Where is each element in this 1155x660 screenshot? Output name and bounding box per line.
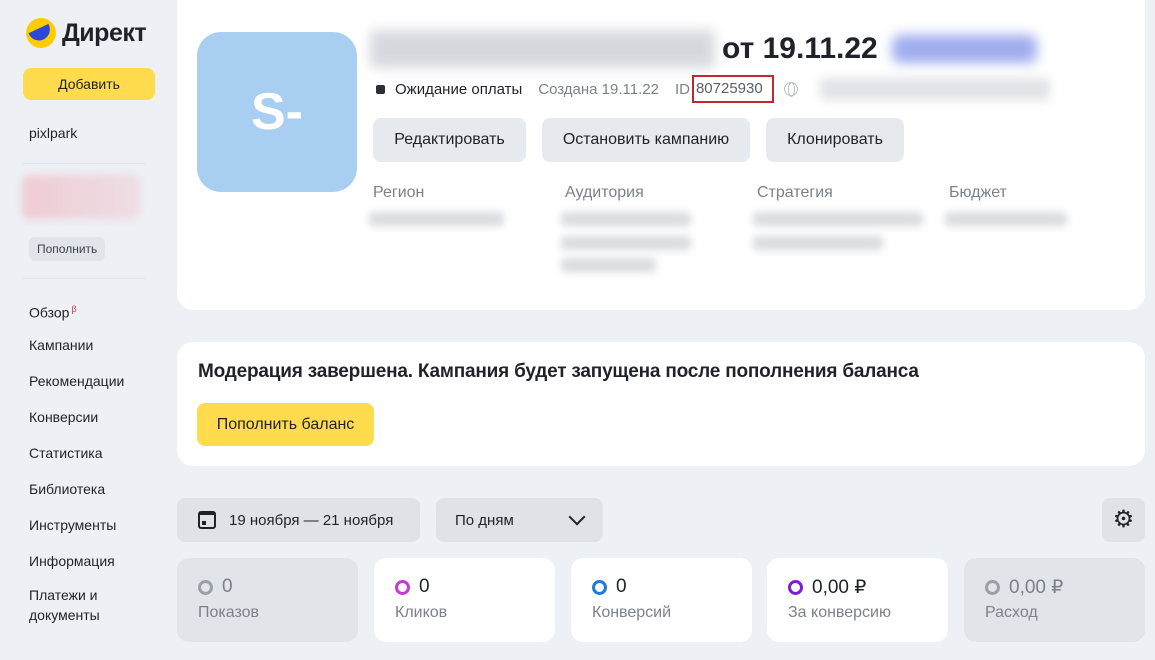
stop-campaign-button[interactable]: Остановить кампанию — [542, 118, 750, 162]
edit-button[interactable]: Редактировать — [373, 118, 526, 162]
add-button[interactable]: Добавить — [23, 68, 155, 100]
sidebar-nav: Обзор β Кампании Рекомендации Конверсии С… — [29, 297, 124, 623]
nav-item-statistics[interactable]: Статистика — [29, 441, 124, 477]
metric-value: 0,00 ₽ — [812, 576, 867, 598]
metric-ring-icon — [592, 579, 607, 595]
campaign-site-blurred — [820, 78, 1050, 100]
globe-icon — [783, 82, 798, 97]
divider — [23, 278, 145, 279]
period-label: По дням — [455, 511, 514, 529]
campaign-card: S- от 19.11.22 Ожидание оплаты Создана 1… — [177, 0, 1145, 310]
metric-label: Показов — [198, 604, 260, 621]
moderation-card: Модерация завершена. Кампания будет запу… — [177, 342, 1145, 466]
region-value-blurred — [369, 212, 504, 226]
campaign-meta: Ожидание оплаты Создана 19.11.22 ID 8072… — [376, 75, 798, 103]
calendar-icon — [198, 511, 216, 529]
column-region: Регион — [373, 184, 425, 201]
metric-conversions[interactable]: 0 Конверсий — [571, 558, 752, 642]
period-select[interactable]: По дням — [436, 498, 603, 542]
nav-item-recommendations[interactable]: Рекомендации — [29, 369, 124, 405]
nav-item-library[interactable]: Библиотека — [29, 477, 124, 513]
metric-ring-icon — [788, 579, 803, 595]
logo-text: Директ — [62, 18, 147, 47]
audience-value-blurred — [561, 236, 691, 250]
metric-clicks[interactable]: 0 Кликов — [374, 558, 555, 642]
campaign-id-label: ID — [674, 80, 690, 98]
metric-value: 0,00 ₽ — [1009, 576, 1064, 598]
audience-value-blurred — [561, 258, 656, 272]
metric-value: 0 — [616, 576, 627, 597]
account-name[interactable]: pixlpark — [29, 125, 77, 141]
topup-balance-button[interactable]: Пополнить баланс — [197, 403, 374, 446]
budget-value-blurred — [945, 212, 1067, 226]
campaign-status: Ожидание оплаты — [395, 80, 523, 98]
strategy-value-blurred — [753, 236, 883, 250]
strategy-value-blurred — [753, 212, 923, 226]
campaign-avatar: S- — [197, 32, 357, 192]
metric-label: Расход — [985, 604, 1038, 621]
nav-item-information[interactable]: Информация — [29, 549, 124, 585]
nav-item-tools[interactable]: Инструменты — [29, 513, 124, 549]
metric-cost-per-conversion[interactable]: 0,00 ₽ За конверсию — [767, 558, 948, 642]
campaign-title-blurred — [892, 35, 1037, 63]
metric-value: 0 — [419, 576, 430, 597]
campaign-title-date: от 19.11.22 — [722, 32, 878, 65]
nav-item-campaigns[interactable]: Кампании — [29, 333, 124, 369]
topup-small-button[interactable]: Пополнить — [29, 237, 106, 261]
metric-spend[interactable]: 0,00 ₽ Расход — [964, 558, 1145, 642]
divider — [23, 163, 145, 164]
metric-value: 0 — [222, 576, 233, 597]
nav-item-overview[interactable]: Обзор β — [29, 297, 124, 333]
column-audience: Аудитория — [565, 184, 644, 201]
audience-value-blurred — [561, 212, 691, 226]
nav-item-payments[interactable]: Платежи и документы — [29, 585, 119, 623]
campaign-created: Создана 19.11.22 — [538, 80, 659, 98]
date-range-picker[interactable]: 19 ноября — 21 ноября — [177, 498, 420, 542]
logo-icon — [26, 18, 56, 48]
metric-ring-icon — [395, 579, 410, 595]
column-strategy: Стратегия — [757, 184, 833, 201]
metric-label: Конверсий — [592, 604, 672, 621]
beta-badge: β — [71, 304, 77, 314]
gear-icon: ⚙ — [1112, 506, 1135, 533]
status-icon — [376, 84, 385, 94]
chevron-down-icon — [568, 508, 586, 526]
sidebar: Директ Добавить pixlpark Пополнить Обзор… — [0, 0, 165, 660]
metric-ring-icon — [198, 579, 213, 595]
metric-ring-icon — [985, 579, 1000, 595]
nav-item-conversions[interactable]: Конверсии — [29, 405, 124, 441]
moderation-message: Модерация завершена. Кампания будет запу… — [198, 361, 919, 382]
metric-label: За конверсию — [788, 604, 891, 621]
column-budget: Бюджет — [949, 184, 1007, 201]
campaign-id[interactable]: 80725930 — [691, 75, 774, 103]
campaign-name-blurred — [370, 30, 715, 68]
metric-impressions[interactable]: 0 Показов — [177, 558, 358, 642]
balance-blurred — [22, 175, 140, 219]
clone-button[interactable]: Клонировать — [766, 118, 904, 162]
metric-label: Кликов — [395, 604, 448, 621]
settings-button[interactable]: ⚙ — [1102, 498, 1145, 542]
date-range-label: 19 ноября — 21 ноября — [229, 511, 394, 529]
logo[interactable]: Директ — [26, 18, 147, 48]
